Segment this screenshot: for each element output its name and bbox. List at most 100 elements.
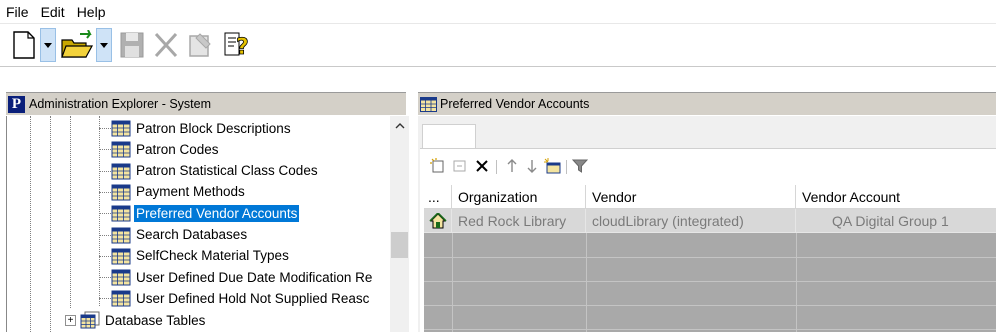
toolbar-divider [0,66,996,67]
polaris-logo-icon: P [8,95,25,113]
table-icon [111,141,131,158]
new-dropdown-button[interactable] [40,28,56,62]
table-icon [111,163,131,180]
scroll-up-button[interactable] [390,116,409,136]
tab-main[interactable] [422,124,476,148]
tree-connector [99,191,111,193]
tree-item[interactable]: Patron Codes [111,139,221,159]
column-header-vendor[interactable]: Vendor [586,185,796,209]
tree-guide-line [50,116,51,332]
delete-icon[interactable] [152,30,180,60]
database-tables-icon [80,311,100,329]
tree-item[interactable]: SelfCheck Material Types [111,246,291,266]
tree-scrollbar[interactable] [390,116,409,332]
grid-line [796,233,797,332]
filter-icon[interactable] [572,158,588,174]
dropdown-arrow-icon [100,43,108,48]
scroll-thumb[interactable] [391,232,408,258]
left-panel-title: Administration Explorer - System [29,97,212,111]
vendor-accounts-grid[interactable]: ... Organization Vendor Vendor Account R… [424,185,996,332]
tree-connector [99,213,111,215]
table-icon [420,96,437,112]
tree-item-label: Preferred Vendor Accounts [134,204,300,222]
right-panel-title: Preferred Vendor Accounts [440,97,590,111]
grid-header-row: ... Organization Vendor Vendor Account [424,185,996,209]
toolbar-separator [496,160,497,174]
toolbar-separator [566,160,567,174]
tree-connector [99,234,111,236]
table-icon [111,205,131,222]
open-folder-icon[interactable] [60,30,94,60]
tree-node-label: Database Tables [105,312,206,328]
grid-line [452,233,453,332]
tree-item[interactable]: Payment Methods [111,182,247,202]
save-icon[interactable] [118,30,146,60]
tree-node-database-tables[interactable]: + Database Tables [65,310,207,330]
tree-connector [99,170,111,172]
new-record-icon[interactable] [430,158,446,174]
grid-line [424,329,996,330]
table-icon [111,184,131,201]
new-document-icon[interactable] [10,30,38,60]
right-panel-header: Preferred Vendor Accounts [418,92,996,115]
cell-vendor: cloudLibrary (integrated) [586,209,796,233]
menu-file[interactable]: File [6,4,29,20]
properties-icon[interactable] [186,30,214,60]
tree-item-label: User Defined Due Date Modification Re [136,269,373,285]
delete-record-icon[interactable] [474,158,490,174]
tree-item-label: Patron Codes [136,141,219,157]
preferred-vendor-accounts-panel: ... Organization Vendor Vendor Account R… [418,116,996,332]
chevron-up-icon [395,123,404,129]
table-settings-icon[interactable] [544,158,562,174]
tree-item[interactable]: Patron Statistical Class Codes [111,161,320,181]
home-icon [428,213,447,229]
open-dropdown-button[interactable] [96,28,112,62]
dropdown-arrow-icon [44,43,52,48]
help-icon[interactable]: ? [222,30,252,60]
menu-help[interactable]: Help [77,4,106,20]
tree-item[interactable]: User Defined Due Date Modification Re [111,267,374,287]
tree-connector [99,149,111,151]
grid-line [586,233,587,332]
table-icon [111,248,131,265]
column-header-select[interactable]: ... [424,185,452,209]
tree-item-label: User Defined Hold Not Supplied Reasc [136,290,370,306]
expand-toggle[interactable]: + [65,314,76,326]
move-down-icon[interactable] [524,158,540,174]
cell-organization: Red Rock Library [452,209,586,233]
table-icon [111,120,131,137]
tree-item-label: Patron Statistical Class Codes [136,163,318,179]
grid-line [424,281,996,282]
grid-line [424,305,996,306]
menu-edit[interactable]: Edit [41,4,65,20]
tree-connector [99,255,111,257]
left-panel-header: P Administration Explorer - System [6,92,406,115]
row-selector-cell[interactable] [424,209,452,233]
move-up-icon[interactable] [504,158,520,174]
svg-text:?: ? [236,35,249,60]
tree-item[interactable]: Preferred Vendor Accounts [111,203,300,223]
table-row[interactable]: Red Rock Library cloudLibrary (integrate… [424,209,996,233]
tree-guide-line [30,116,31,332]
table-icon [111,290,131,307]
tree-item-label: Search Databases [136,227,248,242]
tree-connector [99,128,111,129]
cell-vendor-account: QA Digital Group 1 [832,213,949,229]
tree-item-label: Payment Methods [136,184,245,200]
tree-connector [99,277,111,279]
tree-item-label: Patron Block Descriptions [136,120,291,136]
table-icon [111,269,131,286]
column-header-vendor-account[interactable]: Vendor Account [796,185,996,209]
column-header-organization[interactable]: Organization [452,185,586,209]
main-toolbar: ? [0,24,996,66]
menu-bar: File Edit Help [0,0,996,24]
grid-line [424,257,996,258]
tree-item-label: SelfCheck Material Types [136,248,289,264]
table-icon [111,227,131,243]
admin-explorer-tree[interactable]: Patron Block Descriptions Patron Codes Pat… [6,116,410,332]
tree-connector [99,298,111,300]
tree-item[interactable]: Patron Block Descriptions [111,118,293,138]
edit-record-icon[interactable] [452,158,468,174]
tree-item[interactable]: Search Databases [111,225,249,245]
tree-item[interactable]: User Defined Hold Not Supplied Reasc [111,288,371,308]
